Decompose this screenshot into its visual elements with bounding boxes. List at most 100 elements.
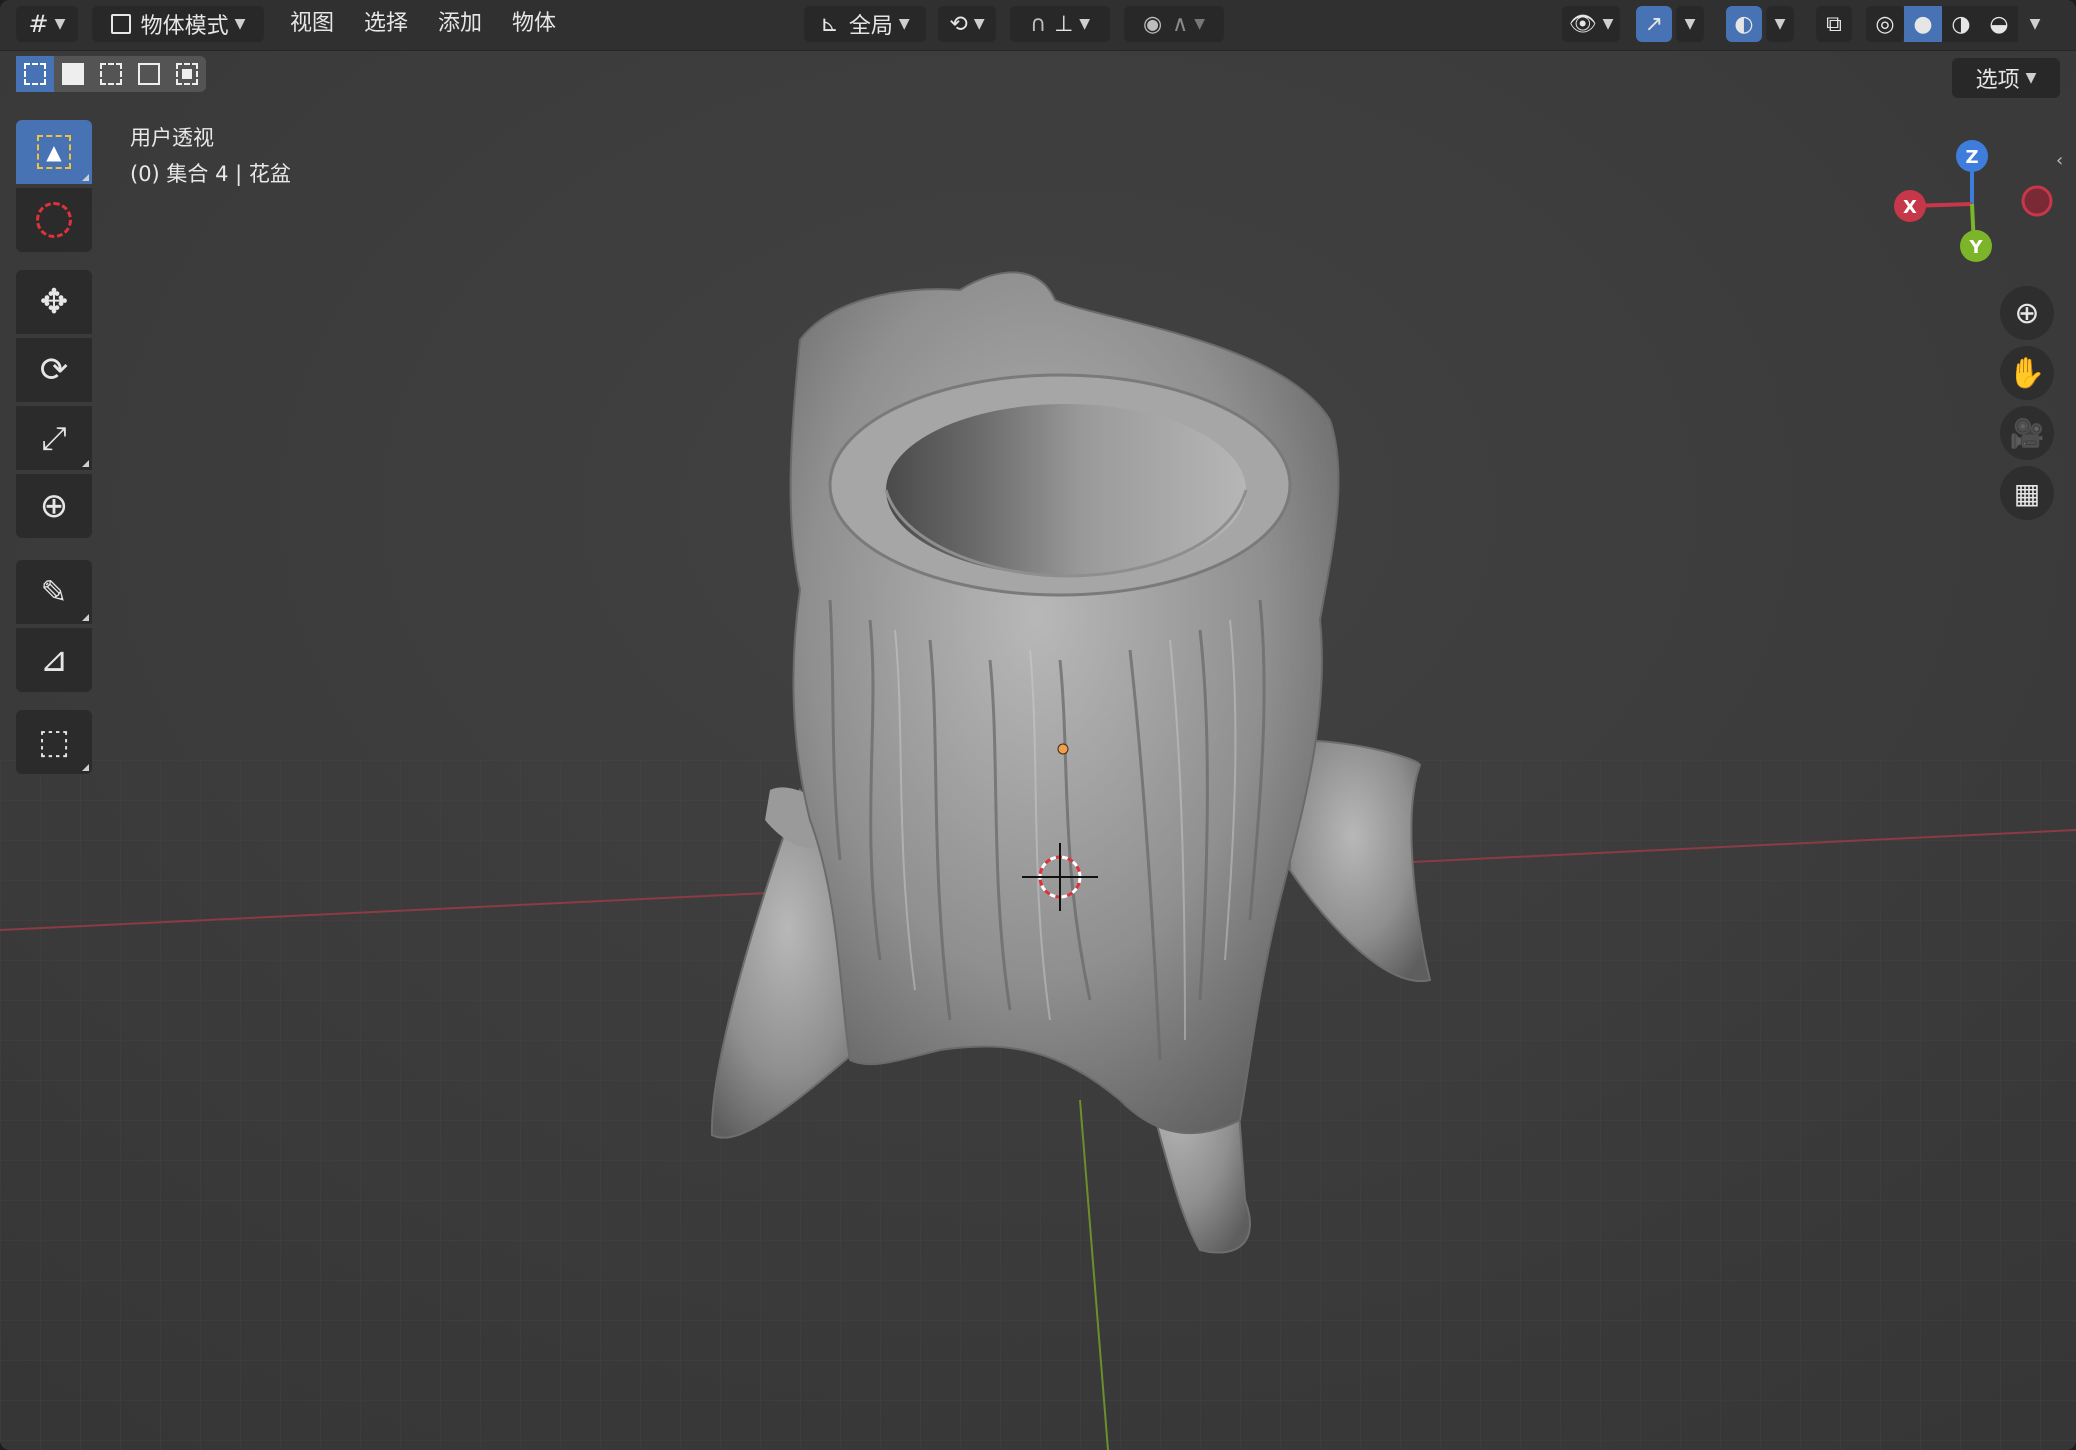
select-new-button[interactable] bbox=[16, 56, 54, 92]
cursor-icon bbox=[36, 202, 72, 238]
snapping-dropdown[interactable]: ∩ ⊥ ▼ bbox=[1010, 6, 1110, 42]
viewport-header: # ▼ 物体模式 ▼ 视图 选择 添加 物体 ⊾ 全局 ▼ ⟲ ▼ ∩ ⊥ ▼ ◉ … bbox=[0, 0, 2076, 51]
move-icon: ✥ bbox=[39, 282, 69, 322]
navigation-gizmo[interactable]: Z X Y bbox=[1880, 130, 2060, 270]
gizmo-icon: ↗ bbox=[1644, 11, 1664, 37]
pivot-icon: ⟲ bbox=[949, 11, 968, 37]
transform-orientation-label: 全局 bbox=[848, 14, 893, 39]
chevron-down-icon: ▼ bbox=[898, 16, 910, 32]
gizmo-z-label: Z bbox=[1965, 147, 1978, 168]
tool-move[interactable]: ✥ bbox=[16, 270, 92, 334]
tool-rotate[interactable]: ⟳ bbox=[16, 338, 92, 402]
overlays-dropdown[interactable]: ▼ bbox=[1766, 6, 1794, 42]
chevron-down-icon: ▼ bbox=[2025, 70, 2037, 86]
grid-icon: # bbox=[28, 10, 49, 38]
snap-magnet-icon: ∩ bbox=[1029, 11, 1047, 37]
mode-label: 物体模式 bbox=[140, 14, 229, 39]
shading-solid-button[interactable]: ● bbox=[1904, 6, 1942, 42]
gizmo-x-label: X bbox=[1903, 197, 1917, 218]
tool-measure[interactable]: ⊿ bbox=[16, 628, 92, 692]
select-subtract-button[interactable] bbox=[92, 56, 130, 92]
select-invert-button[interactable] bbox=[130, 56, 168, 92]
mode-dropdown[interactable]: 物体模式 ▼ bbox=[92, 6, 264, 42]
chevron-down-icon: ▼ bbox=[973, 16, 985, 32]
xray-toggle-button[interactable]: ⧉ bbox=[1816, 6, 1852, 42]
eye-icon: 👁 bbox=[1568, 11, 1597, 37]
chevron-down-icon: ▼ bbox=[1774, 16, 1786, 32]
overlays-icon: ◐ bbox=[1734, 11, 1754, 37]
menu-object[interactable]: 物体 bbox=[506, 6, 562, 42]
collection-info: (0) 集合 4 | 花盆 bbox=[130, 162, 291, 186]
perspective-grid-icon: ▦ bbox=[2013, 476, 2041, 510]
menu-view[interactable]: 视图 bbox=[284, 6, 340, 42]
shading-wireframe-button[interactable]: ◎ bbox=[1866, 6, 1904, 42]
tool-select-box[interactable]: ▲ bbox=[16, 120, 92, 184]
material-sphere-icon: ◑ bbox=[1951, 11, 1971, 37]
options-label: 选项 bbox=[1975, 68, 2020, 93]
zoom-button[interactable]: ⊕ bbox=[2000, 286, 2054, 340]
rendered-sphere-icon: ◒ bbox=[1989, 11, 2009, 37]
select-intersect-button[interactable] bbox=[168, 56, 206, 92]
falloff-curve-icon: ∧ bbox=[1172, 11, 1189, 37]
blender-window: # ▼ 物体模式 ▼ 视图 选择 添加 物体 ⊾ 全局 ▼ ⟲ ▼ ∩ ⊥ ▼ ◉ … bbox=[0, 0, 2076, 1450]
tool-options-corner bbox=[82, 614, 89, 621]
camera-view-button[interactable]: 🎥 bbox=[2000, 406, 2054, 460]
tool-options-corner bbox=[82, 460, 89, 467]
shading-dropdown[interactable]: ▼ bbox=[2020, 6, 2050, 42]
viewport-canvas bbox=[0, 0, 2076, 1450]
annotate-icon: ✎ bbox=[40, 573, 68, 611]
chevron-down-icon: ▼ bbox=[1684, 16, 1696, 32]
tool-options-corner bbox=[82, 174, 89, 181]
chevron-down-icon: ▼ bbox=[234, 16, 246, 32]
select-intersect-icon bbox=[176, 63, 198, 85]
visibility-dropdown[interactable]: 👁 ▼ bbox=[1562, 6, 1620, 42]
select-extend-icon bbox=[62, 63, 84, 85]
proportional-editing-dropdown[interactable]: ◉ ∧ ▼ bbox=[1124, 6, 1224, 42]
shading-material-button[interactable]: ◑ bbox=[1942, 6, 1980, 42]
select-invert-icon bbox=[138, 63, 160, 85]
gizmo-neg-x-axis[interactable] bbox=[2021, 185, 2053, 217]
3d-viewport[interactable] bbox=[0, 0, 2076, 1450]
chevron-down-icon: ▼ bbox=[1602, 16, 1614, 32]
gizmo-dropdown[interactable]: ▼ bbox=[1676, 6, 1704, 42]
hand-icon: ✋ bbox=[2008, 355, 2046, 391]
tool-add-cube[interactable]: ⬚ bbox=[16, 710, 92, 774]
tool-scale[interactable]: ⤢ bbox=[16, 406, 92, 470]
add-cube-icon: ⬚ bbox=[37, 722, 71, 762]
pivot-point-dropdown[interactable]: ⟲ ▼ bbox=[938, 6, 996, 42]
overlays-toggle-button[interactable]: ◐ bbox=[1726, 6, 1762, 42]
chevron-down-icon: ▼ bbox=[1194, 16, 1206, 32]
tool-cursor[interactable] bbox=[16, 188, 92, 252]
camera-icon: 🎥 bbox=[2009, 416, 2045, 450]
menu-select[interactable]: 选择 bbox=[358, 6, 414, 42]
measure-icon: ⊿ bbox=[39, 640, 69, 680]
pan-button[interactable]: ✋ bbox=[2000, 346, 2054, 400]
scale-icon: ⤢ bbox=[41, 418, 67, 457]
select-new-icon bbox=[24, 63, 46, 85]
sidebar-toggle-icon[interactable]: ‹ bbox=[2056, 150, 2076, 180]
transform-orientation-dropdown[interactable]: ⊾ 全局 ▼ bbox=[804, 6, 926, 42]
snap-increment-icon: ⊥ bbox=[1054, 11, 1074, 37]
gizmo-toggle-button[interactable]: ↗ bbox=[1636, 6, 1672, 42]
tool-annotate[interactable]: ✎ bbox=[16, 560, 92, 624]
object-origin bbox=[1057, 743, 1069, 755]
rotate-icon: ⟳ bbox=[39, 350, 69, 390]
select-extend-button[interactable] bbox=[54, 56, 92, 92]
editor-type-button[interactable]: # ▼ bbox=[16, 6, 78, 42]
options-dropdown[interactable]: 选项 ▼ bbox=[1952, 58, 2060, 98]
select-subtract-icon bbox=[100, 63, 122, 85]
transform-icon: ⊕ bbox=[39, 486, 69, 526]
xray-icon: ⧉ bbox=[1826, 11, 1842, 37]
shading-rendered-button[interactable]: ◒ bbox=[1980, 6, 2018, 42]
tool-options-corner bbox=[82, 764, 89, 771]
object-mode-icon bbox=[110, 14, 131, 34]
gizmo-y-label: Y bbox=[1968, 237, 1983, 258]
perspective-toggle-button[interactable]: ▦ bbox=[2000, 466, 2054, 520]
view-name: 用户透视 bbox=[130, 126, 214, 150]
zoom-icon: ⊕ bbox=[2014, 295, 2040, 331]
wireframe-sphere-icon: ◎ bbox=[1875, 11, 1895, 37]
orientation-axes-icon: ⊾ bbox=[820, 11, 839, 37]
select-box-icon: ▲ bbox=[37, 135, 71, 169]
menu-add[interactable]: 添加 bbox=[432, 6, 488, 42]
tool-transform[interactable]: ⊕ bbox=[16, 474, 92, 538]
